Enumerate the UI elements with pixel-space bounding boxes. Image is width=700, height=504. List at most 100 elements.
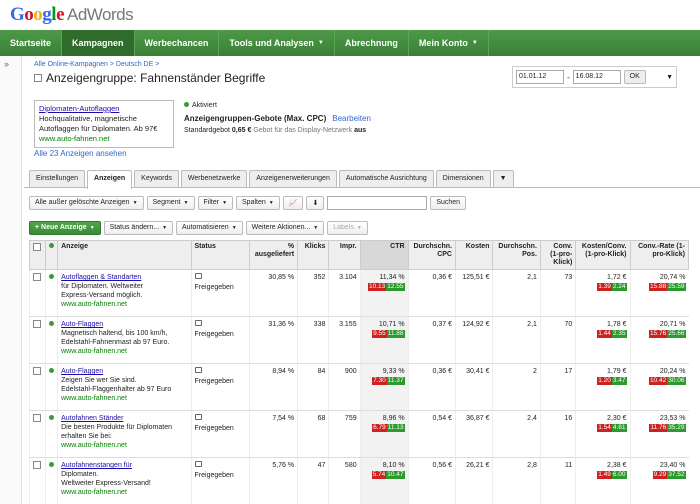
row-checkbox[interactable] [33,367,41,375]
ad-title-link[interactable]: Auto-Flaggen [61,320,187,329]
filter-dropdown[interactable]: Filter ▼ [197,196,234,210]
pct-served-cell: 5,76 % [248,457,298,504]
ad-title-link[interactable]: Autofahnen Ständer [61,414,187,423]
status-dot-icon[interactable] [48,321,54,326]
col-cost[interactable]: Kosten [454,240,494,270]
comment-icon[interactable] [194,461,202,467]
col-anzeige[interactable]: Anzeige [57,240,192,270]
col-impr[interactable]: Impr. [328,240,361,270]
ctr-cell: 9,33 % 7.30 11.37 [359,363,409,411]
all-ads-link[interactable]: Alle 23 Anzeigen ansehen [34,149,127,158]
ctr-range: 6.79 11.13 [364,424,405,432]
nav-item-5[interactable]: Mein Konto ▼ [409,30,489,56]
col-ctr[interactable]: CTR [359,240,409,270]
row-checkbox[interactable] [33,320,41,328]
nav-item-1[interactable]: Kampagnen [62,30,135,56]
impr-cell: 759 [328,410,361,458]
date-to-input[interactable]: 16.08.12 [572,70,621,84]
chart-button[interactable]: 📈 [282,196,304,210]
comment-icon[interactable] [194,320,202,326]
more-actions-button[interactable]: Weitere Aktionen... ▼ [245,221,325,235]
sidebar-collapsed[interactable]: » [0,56,22,504]
ad-title-link[interactable]: Auto-Flaggen [61,367,187,376]
chevron-down-icon: ▼ [231,225,237,231]
conv-cell: 70 [539,316,576,364]
clicks-cell: 352 [297,269,329,317]
chevron-down-icon: ▼ [356,225,362,231]
status-dot-icon[interactable] [48,415,54,420]
conv-rate-cell: 20,71 % 15.76 25.66 [629,316,689,364]
chevron-down-icon: ▼ [89,225,95,231]
nav-item-2[interactable]: Werbechancen [135,30,220,56]
search-input[interactable] [327,196,428,210]
ad-title-link[interactable]: Autofahnenstangen für [61,461,187,470]
conv-cell: 16 [539,410,576,458]
row-checkbox[interactable] [33,273,41,281]
search-button[interactable]: Suchen [430,196,467,210]
comment-icon[interactable] [194,414,202,420]
clicks-cell: 84 [297,363,329,411]
date-from-input[interactable]: 01.01.12 [516,70,564,84]
col-conv-rate[interactable]: Conv.-Rate (1-pro-Klick) [629,240,690,270]
col-pct-served[interactable]: % ausgeliefert [248,240,299,270]
status-dot-icon[interactable] [48,274,54,279]
segment-dropdown[interactable]: Segment ▼ [146,196,195,210]
ad-preview-title[interactable]: Diplomaten-Autoflaggen [39,104,169,114]
main-content: Alle Online-Kampagnen > Deutsch DE > Anz… [24,56,700,504]
select-all-checkbox[interactable] [33,243,41,251]
chevron-down-icon[interactable]: ▼ [666,74,673,81]
labels-button[interactable]: Labels ▼ [327,221,368,235]
status-dot-icon[interactable] [48,462,54,467]
breadcrumb[interactable]: Alle Online-Kampagnen > Deutsch DE > [34,61,159,68]
ad-url: www.auto-fahnen.net [61,442,127,449]
status-change-button[interactable]: Status ändern... ▼ [103,221,174,235]
crate-range-low: 10.42 [648,377,668,385]
tab-4[interactable]: Anzeigenerweiterungen [249,170,337,187]
crate-range-low: 9.29 [652,471,668,479]
cost-cell: 124,92 € [454,316,493,364]
cost-cell: 36,87 € [454,410,493,458]
columns-dropdown[interactable]: Spalten ▼ [236,196,280,210]
tab-1[interactable]: Anzeigen [87,170,133,189]
col-cost-per-conv[interactable]: Kosten/Conv. (1-pro-Klick) [575,240,631,270]
crate-range-high: 35.29 [667,424,686,432]
nav-item-3[interactable]: Tools und Analysen ▼ [219,30,335,56]
nav-item-0[interactable]: Startseite [0,30,63,56]
status-dot-icon[interactable] [48,368,54,373]
top-bar: Google AdWords [0,0,700,30]
row-select-cell [29,410,46,458]
tab-2[interactable]: Keywords [134,170,179,187]
ad-line1: für Diplomaten. Weltweiter [61,283,144,290]
tab-5[interactable]: Automatische Ausrichtung [338,170,434,187]
tab-3[interactable]: Werbenetzwerke [180,170,248,187]
cpconv-range-low: 1.49 [597,471,612,479]
col-avg-pos[interactable]: Durchschn. Pos. [492,240,541,270]
tab-0[interactable]: Einstellungen [29,170,86,187]
tab-7[interactable]: ▼ [492,170,514,187]
automate-button[interactable]: Automatisieren ▼ [176,221,243,235]
adwords-logo[interactable]: Google AdWords [10,4,134,26]
tab-6[interactable]: Dimensionen [435,170,491,187]
ctr-range-low: 7.30 [372,377,387,385]
automate-label: Automatisieren [182,224,229,231]
expand-sidebar-icon[interactable]: » [4,59,9,69]
row-checkbox[interactable] [33,414,41,422]
chevron-down-icon: ▼ [183,200,189,206]
col-status[interactable]: Status [190,240,250,270]
new-ad-button[interactable]: + Neue Anzeige ▼ [29,221,101,235]
nav-item-4[interactable]: Abrechnung [335,30,409,56]
row-checkbox[interactable] [33,461,41,469]
col-clicks[interactable]: Klicks [297,240,330,270]
download-button[interactable]: ⬇ [306,196,325,210]
ctr-value: 8,10 % [382,462,405,469]
edit-bids-link[interactable]: Bearbeiten [332,114,371,123]
col-conv[interactable]: Conv. (1-pro-Klick) [539,240,577,270]
status-text: Freigegeben [194,378,234,385]
ad-title-link[interactable]: Autoflaggen & Standarten [61,273,187,282]
crate-range: 11.76 35.29 [634,424,686,432]
ad-filter-dropdown[interactable]: Alle außer gelöschte Anzeigen ▼ [29,196,144,210]
col-avg-cpc[interactable]: Durchschn. CPC [407,240,456,270]
date-ok-button[interactable]: OK [623,70,646,84]
comment-icon[interactable] [194,367,202,373]
comment-icon[interactable] [194,273,202,279]
